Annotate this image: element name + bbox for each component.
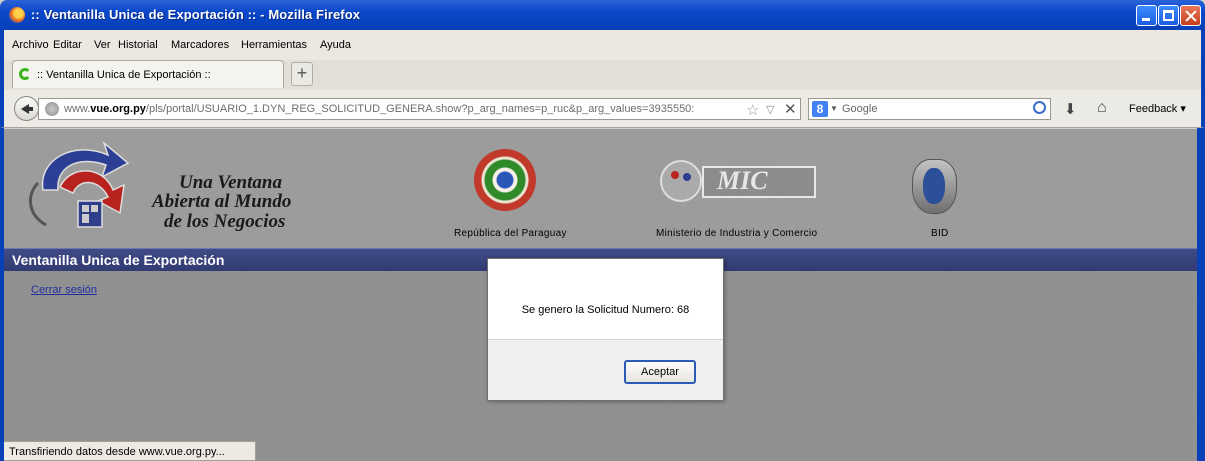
back-button[interactable]: [14, 96, 39, 121]
status-bar: Transfiriendo datos desde www.vue.org.py…: [4, 441, 256, 461]
dialog-message: Se genero la Solicitud Numero: 68: [521, 304, 690, 316]
new-tab-button[interactable]: +: [291, 62, 313, 86]
url-prefix: www.: [64, 103, 91, 115]
page-header: Una Ventana Abierta al Mundo de los Nego…: [4, 129, 1197, 248]
accept-button[interactable]: Aceptar: [624, 360, 696, 384]
minimize-icon: [1142, 18, 1150, 21]
maximize-icon: [1163, 10, 1174, 21]
menu-bar: Archivo Editar Ver Historial Marcadores …: [0, 30, 1205, 60]
firefox-icon: [9, 7, 25, 23]
menu-historial[interactable]: Historial: [118, 39, 158, 51]
loading-icon: [19, 68, 31, 80]
bid-logo-icon: [912, 159, 957, 214]
home-icon[interactable]: ⌂: [1097, 99, 1107, 117]
menu-herramientas[interactable]: Herramientas: [241, 39, 307, 51]
menu-ver[interactable]: Ver: [94, 39, 111, 51]
maximize-button[interactable]: [1158, 5, 1179, 26]
stop-icon[interactable]: ✕: [784, 100, 797, 118]
globe-icon: [45, 102, 59, 116]
url-path: /pls/portal/USUARIO_1.DYN_REG_SOLICITUD_…: [145, 103, 695, 115]
google-icon[interactable]: 8: [812, 101, 828, 117]
alert-dialog: Se genero la Solicitud Numero: 68 Acepta…: [487, 258, 724, 401]
dialog-footer: Aceptar: [488, 339, 723, 400]
portal-logo: [29, 140, 130, 228]
mic-text: MIC: [716, 166, 768, 195]
menu-ayuda[interactable]: Ayuda: [320, 39, 351, 51]
url-bar[interactable]: www.vue.org.py/pls/portal/USUARIO_1.DYN_…: [38, 98, 801, 120]
slogan-line-1: Una Ventana: [179, 172, 282, 193]
logout-link[interactable]: Cerrar sesión: [31, 284, 97, 296]
slogan-line-3: de los Negocios: [164, 211, 286, 232]
banner-title: Ventanilla Unica de Exportación: [12, 252, 225, 268]
download-icon[interactable]: ⬇: [1064, 100, 1077, 118]
bid-label: BID: [931, 228, 949, 239]
feedback-label: Feedback: [1129, 103, 1178, 115]
menu-editar[interactable]: Editar: [53, 39, 82, 51]
tab-active[interactable]: :: Ventanilla Unica de Exportación ::: [12, 60, 284, 88]
window-title-bar[interactable]: :: Ventanilla Unica de Exportación :: - …: [0, 0, 1205, 30]
paraguay-seal-icon: [474, 149, 536, 211]
close-button[interactable]: [1180, 5, 1201, 26]
search-placeholder: Google: [842, 103, 878, 115]
window-title: :: Ventanilla Unica de Exportación :: - …: [31, 7, 361, 22]
window-border-right: [1197, 128, 1205, 461]
search-bar[interactable]: 8 ▼ Google: [808, 98, 1051, 120]
tab-strip: :: Ventanilla Unica de Exportación :: +: [0, 60, 1205, 90]
url-domain: vue.org.py: [90, 103, 146, 115]
status-text: Transfiriendo datos desde www.vue.org.py…: [9, 446, 225, 458]
search-icon[interactable]: [1033, 101, 1046, 114]
search-engine-dropdown-icon[interactable]: ▼: [830, 104, 838, 113]
url-text: www.vue.org.py/pls/portal/USUARIO_1.DYN_…: [64, 103, 729, 115]
mic-label: Ministerio de Industria y Comercio: [656, 228, 818, 239]
close-icon: [1185, 10, 1197, 22]
menu-marcadores[interactable]: Marcadores: [171, 39, 229, 51]
mic-logo: MIC: [660, 160, 816, 202]
navigation-bar: www.vue.org.py/pls/portal/USUARIO_1.DYN_…: [0, 90, 1205, 128]
slogan-line-2: Abierta al Mundo: [152, 191, 292, 212]
history-dropdown-icon[interactable]: ▽: [766, 103, 774, 116]
tab-title: :: Ventanilla Unica de Exportación ::: [37, 69, 211, 81]
menu-archivo[interactable]: Archivo: [12, 39, 49, 51]
feedback-button[interactable]: Feedback ▾: [1129, 102, 1186, 115]
bookmark-star-icon[interactable]: ☆: [746, 101, 759, 119]
paraguay-label: República del Paraguay: [454, 228, 567, 239]
minimize-button[interactable]: [1136, 5, 1157, 26]
